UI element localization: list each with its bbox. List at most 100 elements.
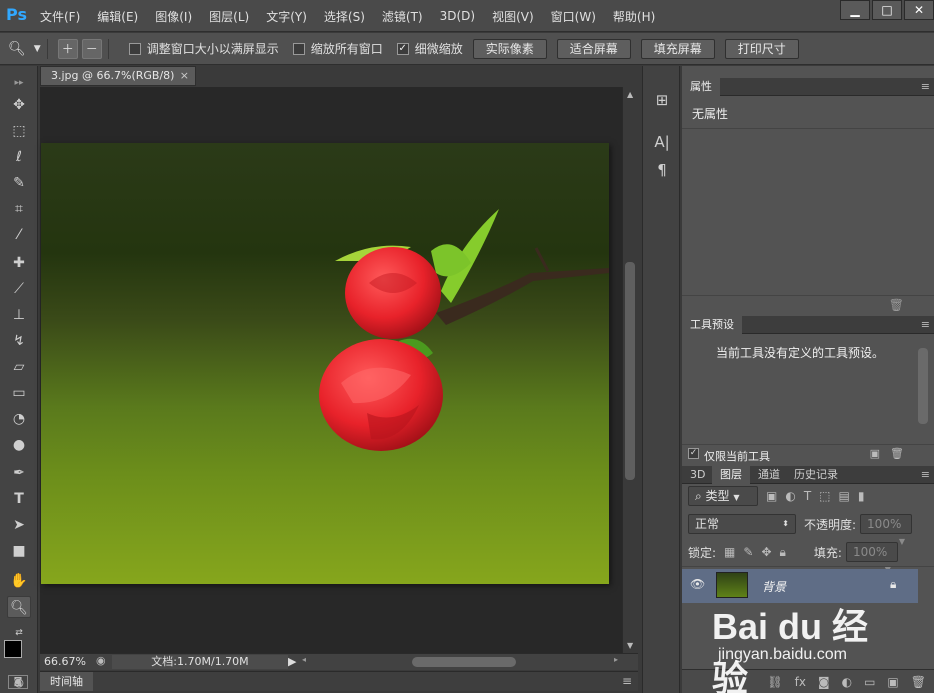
collapse-icon[interactable]: ▸▸ [7, 72, 31, 94]
zoom-tool-icon[interactable]: 🔍︎ [8, 41, 26, 57]
eyedropper-tool-icon[interactable]: ⁄ [7, 224, 31, 246]
filter-pixel-icon[interactable]: ▣ [766, 489, 777, 503]
menu-item[interactable]: 帮助(H) [613, 8, 655, 25]
blur-tool-icon[interactable]: ◔ [7, 408, 31, 430]
quick-select-tool-icon[interactable]: ✎ [7, 172, 31, 194]
close-button[interactable]: ✕ [904, 0, 934, 20]
rectangle-tool-icon[interactable]: ■ [7, 540, 31, 562]
crop-tool-icon[interactable]: ⌗ [7, 198, 31, 220]
vertical-scroll-thumb[interactable] [625, 262, 635, 480]
new-preset-icon[interactable]: ▣ [870, 447, 880, 460]
menu-item[interactable]: 编辑(E) [97, 8, 138, 25]
brush-tool-icon[interactable]: ⟋ [7, 278, 31, 300]
healing-brush-tool-icon[interactable]: ✚ [7, 252, 31, 274]
dodge-tool-icon[interactable]: ● [7, 434, 31, 456]
layer-filter-row: ⌕ 类型 ▼ ▣ ◐ T ⬚ ▤ ▮ [682, 482, 934, 510]
menu-item[interactable]: 选择(S) [324, 8, 365, 25]
filter-smart-object-icon[interactable]: ▤ [839, 489, 850, 503]
current-tool-only-checkbox[interactable]: ✓ [688, 448, 699, 459]
menu-item[interactable]: 滤镜(T) [382, 8, 423, 25]
scroll-up-icon[interactable]: ▲ [627, 90, 633, 99]
menu-item[interactable]: 图层(L) [209, 8, 249, 25]
foreground-color-swatch[interactable] [4, 640, 22, 658]
fill-value: 100% [852, 545, 888, 559]
zoom-level[interactable]: 66.67% [44, 655, 86, 668]
lock-all-icon[interactable]: 🔒︎ [780, 545, 786, 560]
checkbox-box[interactable] [292, 42, 305, 55]
pen-tool-icon[interactable]: ✒ [7, 462, 31, 484]
type-tool-icon[interactable]: T [7, 488, 31, 510]
hand-tool-icon[interactable]: ✋ [7, 570, 31, 592]
filter-type-icon[interactable]: T [804, 489, 811, 503]
menu-item[interactable]: 图像(I) [155, 8, 192, 25]
chevron-down-icon[interactable]: ▼ [34, 44, 41, 54]
screen-mode-icon[interactable]: ◙ [8, 675, 28, 689]
checkbox-box[interactable] [128, 42, 141, 55]
properties-footer: 🗑︎ [682, 295, 934, 313]
trash-icon[interactable]: 🗑︎ [889, 298, 904, 312]
lasso-tool-icon[interactable]: ℓ [7, 146, 31, 168]
fill-input[interactable]: 100% ▼ [845, 542, 898, 574]
properties-body-text: 无属性 [692, 107, 729, 121]
menu-item[interactable]: 文件(F) [40, 8, 80, 25]
paragraph-icon[interactable]: ¶ [652, 160, 672, 180]
panel-menu-icon[interactable]: ≡ [622, 674, 632, 688]
actual-pixels-button[interactable]: 实际像素 [472, 38, 547, 59]
scrubby-zoom-checkbox[interactable]: ✓ 细微缩放 [396, 40, 463, 57]
minimize-button[interactable]: ▁ [840, 0, 870, 20]
tool-presets-icon[interactable]: ⊞ [652, 90, 672, 110]
menu-item[interactable]: 视图(V) [492, 8, 534, 25]
zoom-tool-icon[interactable]: 🔍︎ [7, 596, 31, 618]
status-arrow-icon[interactable]: ▶ [288, 655, 296, 668]
eraser-tool-icon[interactable]: ▱ [7, 356, 31, 378]
close-icon[interactable]: × [180, 67, 189, 85]
menu-item[interactable]: 文字(Y) [266, 8, 307, 25]
zoom-all-windows-checkbox[interactable]: 缩放所有窗口 [292, 40, 383, 57]
filter-shape-icon[interactable]: ⬚ [819, 489, 830, 503]
fill-screen-button[interactable]: 填充屏幕 [640, 38, 715, 59]
scroll-down-icon[interactable]: ▼ [627, 641, 633, 650]
zoom-in-button[interactable]: ＋ [57, 38, 78, 59]
filter-kind-select[interactable]: ⌕ 类型 ▼ [688, 486, 758, 506]
zoom-out-button[interactable]: － [81, 38, 102, 59]
print-size-button[interactable]: 打印尺寸 [724, 38, 799, 59]
horizontal-scroll-thumb[interactable] [412, 657, 516, 667]
document-image[interactable] [41, 143, 609, 584]
zoom-all-windows-label: 缩放所有窗口 [310, 42, 383, 56]
gradient-tool-icon[interactable]: ▭ [7, 382, 31, 404]
maximize-button[interactable]: □ [872, 0, 902, 20]
path-select-tool-icon[interactable]: ➤ [7, 514, 31, 536]
lock-transparent-icon[interactable]: ▦ [724, 545, 735, 559]
panel-menu-icon[interactable]: ≡ [921, 316, 930, 334]
move-tool-icon[interactable]: ✥ [7, 94, 31, 116]
filter-toggle-icon[interactable]: ▮ [858, 489, 865, 503]
checkbox-box-checked[interactable]: ✓ [396, 42, 409, 55]
resize-windows-checkbox[interactable]: 调整窗口大小以满屏显示 [128, 40, 279, 57]
fit-screen-button[interactable]: 适合屏幕 [556, 38, 631, 59]
scroll-left-icon[interactable]: ◂ [302, 655, 306, 664]
marquee-tool-icon[interactable]: ⬚ [7, 120, 31, 142]
tab-properties[interactable]: 属性 [682, 78, 720, 96]
tab-tool-presets[interactable]: 工具预设 [682, 316, 742, 334]
document-tab[interactable]: 3.jpg @ 66.7%(RGB/8) × [40, 66, 196, 86]
trash-icon[interactable]: 🗑︎ [890, 447, 904, 460]
eye-icon[interactable]: 👁︎ [690, 577, 705, 591]
document-info[interactable]: 文档:1.70M/1.70M [112, 655, 288, 669]
scroll-right-icon[interactable]: ▸ [614, 655, 618, 664]
lock-pixels-icon[interactable]: ✎ [743, 545, 753, 559]
opacity-input[interactable]: 100% ▼ [860, 514, 913, 546]
status-menu-icon[interactable]: ◉ [96, 654, 106, 667]
tool-presets-scroll-thumb[interactable] [918, 348, 928, 424]
menu-item[interactable]: 3D(D) [440, 9, 475, 23]
trash-icon[interactable]: 🗑︎ [911, 675, 926, 689]
panel-menu-icon[interactable]: ≡ [921, 78, 930, 96]
lock-position-icon[interactable]: ✥ [761, 545, 771, 559]
timeline-tab[interactable]: 时间轴 [40, 672, 93, 691]
clone-stamp-tool-icon[interactable]: ⊥ [7, 304, 31, 326]
blend-mode-select[interactable]: 正常 ⬍ [688, 514, 796, 534]
chevron-down-icon: ▼ [733, 493, 740, 502]
character-icon[interactable]: A| [652, 132, 672, 152]
history-brush-tool-icon[interactable]: ↯ [7, 330, 31, 352]
menu-item[interactable]: 窗口(W) [551, 8, 596, 25]
filter-adjustment-icon[interactable]: ◐ [785, 489, 795, 503]
